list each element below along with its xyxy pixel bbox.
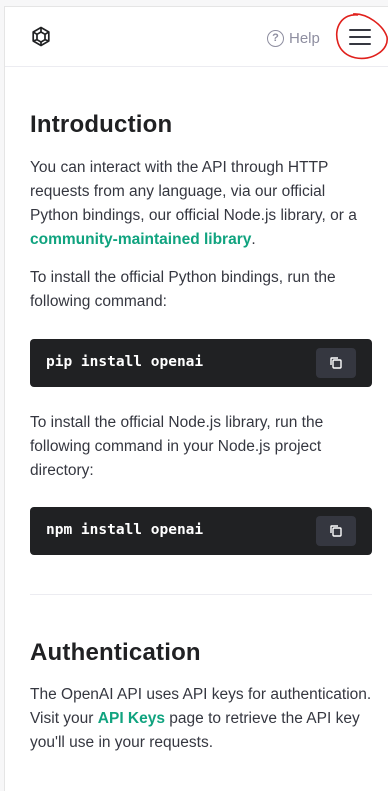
auth-paragraph: The OpenAI API uses API keys for authent…: [30, 686, 372, 751]
code-block-npm: npm install openai: [30, 507, 372, 555]
code-block-pip: pip install openai: [30, 339, 372, 387]
python-install-paragraph: To install the official Python bindings,…: [30, 269, 336, 310]
section-title-introduction: Introduction: [30, 111, 173, 138]
top-header: ? Help: [5, 7, 388, 67]
openai-logo-icon[interactable]: [29, 25, 53, 49]
community-library-link[interactable]: community-maintained library: [30, 231, 251, 248]
copy-button[interactable]: [316, 348, 356, 378]
copy-icon: [330, 525, 342, 537]
intro-paragraph: You can interact with the API through HT…: [30, 159, 357, 248]
section-title-authentication: Authentication: [30, 639, 201, 666]
hamburger-menu-icon: [349, 29, 371, 45]
api-keys-link[interactable]: API Keys: [98, 710, 165, 727]
code-text-npm: npm install openai: [46, 522, 204, 538]
copy-icon: [330, 357, 342, 369]
code-text-pip: pip install openai: [46, 354, 204, 370]
section-divider: [30, 594, 372, 595]
copy-button[interactable]: [316, 516, 356, 546]
page-frame: ? Help Introduction You can interact wit…: [4, 6, 388, 791]
question-circle-icon: ?: [267, 29, 284, 47]
help-label: Help: [289, 29, 320, 47]
node-install-paragraph: To install the official Node.js library,…: [30, 414, 324, 479]
help-link[interactable]: ? Help: [267, 27, 320, 49]
menu-button[interactable]: [337, 15, 387, 59]
